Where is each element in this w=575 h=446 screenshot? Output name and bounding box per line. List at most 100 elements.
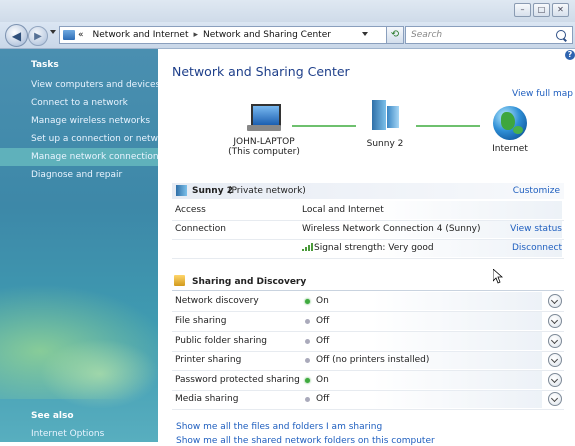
task-setup-connection[interactable]: Set up a connection or network bbox=[31, 130, 158, 148]
address-bar[interactable]: « Network and Internet ▸ Network and Sha… bbox=[59, 26, 387, 44]
status-on-icon bbox=[305, 299, 310, 304]
globe-icon bbox=[493, 106, 527, 140]
task-connect-network[interactable]: Connect to a network bbox=[31, 94, 158, 112]
sharing-label: Printer sharing bbox=[175, 355, 242, 365]
map-node-internet[interactable]: Internet bbox=[482, 106, 538, 154]
network-icon bbox=[176, 185, 187, 196]
forward-arrow-icon: ▶ bbox=[34, 30, 42, 42]
sharing-icon bbox=[174, 275, 185, 286]
row-value: Wireless Network Connection 4 (Sunny) bbox=[302, 224, 481, 234]
network-row: Access Local and Internet bbox=[172, 201, 564, 221]
help-icon[interactable]: ? bbox=[565, 50, 575, 60]
address-overflow[interactable]: « bbox=[78, 30, 84, 40]
sharing-value: Off (no printers installed) bbox=[316, 355, 430, 365]
expand-chevron-down-icon[interactable] bbox=[548, 314, 562, 328]
sharing-value: On bbox=[316, 375, 329, 385]
expand-chevron-down-icon[interactable] bbox=[548, 373, 562, 387]
expand-chevron-down-icon[interactable] bbox=[548, 392, 562, 406]
show-shared-files-link[interactable]: Show me all the files and folders I am s… bbox=[176, 422, 382, 432]
window-controls: – □ ✕ bbox=[514, 3, 569, 17]
status-off-icon bbox=[305, 319, 310, 324]
signal-strength-icon bbox=[302, 243, 313, 251]
map-node-computer[interactable]: JOHN-LAPTOP (This computer) bbox=[222, 104, 306, 157]
sharing-label: Password protected sharing bbox=[175, 375, 300, 385]
task-manage-connections[interactable]: Manage network connections bbox=[0, 148, 158, 166]
sharing-row: Public folder sharing Off bbox=[172, 332, 564, 352]
network-row: Signal strength: Very good Disconnect bbox=[172, 239, 564, 259]
breadcrumb-network-and-sharing-center[interactable]: Network and Sharing Center bbox=[203, 30, 331, 40]
sharing-value: Off bbox=[316, 336, 330, 346]
navigation-bar: ◀ ▶ « Network and Internet ▸ Network and… bbox=[0, 22, 575, 49]
task-diagnose-repair[interactable]: Diagnose and repair bbox=[31, 166, 158, 184]
sharing-row: Printer sharing Off (no printers install… bbox=[172, 351, 564, 371]
status-off-icon bbox=[305, 339, 310, 344]
row-label: Access bbox=[175, 205, 206, 215]
expand-chevron-down-icon[interactable] bbox=[548, 334, 562, 348]
recent-pages-chevron-down-icon[interactable] bbox=[50, 30, 56, 34]
view-status-link[interactable]: View status bbox=[510, 224, 562, 234]
task-pane: Tasks View computers and devices Connect… bbox=[0, 49, 158, 442]
network-name: Sunny 2 bbox=[192, 186, 233, 196]
search-box[interactable]: Search bbox=[405, 26, 573, 44]
status-off-icon bbox=[305, 358, 310, 363]
status-off-icon bbox=[305, 397, 310, 402]
expand-chevron-down-icon[interactable] bbox=[548, 294, 562, 308]
internet-options-link[interactable]: Internet Options bbox=[31, 429, 104, 439]
network-folder-icon bbox=[63, 30, 75, 40]
network-row: Connection Wireless Network Connection 4… bbox=[172, 220, 564, 240]
network-name: Sunny 2 bbox=[366, 139, 404, 149]
minimize-button[interactable]: – bbox=[514, 3, 531, 17]
status-on-icon bbox=[305, 378, 310, 383]
customize-link[interactable]: Customize bbox=[513, 186, 560, 196]
sharing-row: Network discovery On bbox=[172, 292, 564, 312]
forward-button[interactable]: ▶ bbox=[28, 26, 48, 46]
show-shared-folders-link[interactable]: Show me all the shared network folders o… bbox=[176, 436, 435, 446]
sharing-label: Public folder sharing bbox=[175, 336, 268, 346]
sharing-value: Off bbox=[316, 316, 330, 326]
close-button[interactable]: ✕ bbox=[552, 3, 569, 17]
see-also-heading: See also bbox=[31, 411, 74, 421]
internet-label: Internet bbox=[492, 144, 528, 154]
tasks-heading: Tasks bbox=[31, 60, 59, 70]
network-header: Sunny 2 (Private network) Customize bbox=[172, 183, 564, 199]
back-button[interactable]: ◀ bbox=[5, 24, 28, 47]
breadcrumb-network-and-internet[interactable]: Network and Internet bbox=[93, 30, 189, 40]
row-label: Connection bbox=[175, 224, 226, 234]
title-bar: – □ ✕ bbox=[0, 0, 575, 23]
network-type: (Private network) bbox=[228, 186, 306, 196]
task-manage-wireless[interactable]: Manage wireless networks bbox=[31, 112, 158, 130]
disconnect-link[interactable]: Disconnect bbox=[512, 243, 562, 253]
laptop-icon bbox=[247, 104, 281, 132]
sharing-row: File sharing Off bbox=[172, 312, 564, 332]
network-icon bbox=[368, 100, 402, 132]
sharing-row: Media sharing Off bbox=[172, 390, 564, 410]
row-value: Local and Internet bbox=[302, 205, 384, 215]
address-chevron-down-icon[interactable] bbox=[362, 32, 368, 36]
sharing-value: On bbox=[316, 296, 329, 306]
sharing-title: Sharing and Discovery bbox=[192, 277, 307, 287]
refresh-button[interactable]: ⟲ bbox=[386, 26, 404, 44]
mouse-cursor-icon bbox=[493, 269, 503, 284]
sharing-label: File sharing bbox=[175, 316, 227, 326]
maximize-button[interactable]: □ bbox=[533, 3, 550, 17]
refresh-icon: ⟲ bbox=[390, 29, 400, 40]
sharing-value: Off bbox=[316, 394, 330, 404]
back-arrow-icon: ◀ bbox=[11, 28, 22, 43]
page-title: Network and Sharing Center bbox=[172, 64, 350, 79]
map-link-line bbox=[292, 125, 356, 127]
computer-name: JOHN-LAPTOP bbox=[233, 137, 295, 147]
sharing-header: Sharing and Discovery bbox=[172, 273, 564, 291]
map-node-network[interactable]: Sunny 2 bbox=[355, 100, 415, 149]
sharing-label: Media sharing bbox=[175, 394, 239, 404]
sharing-row: Password protected sharing On bbox=[172, 371, 564, 391]
expand-chevron-down-icon[interactable] bbox=[548, 353, 562, 367]
view-full-map-link[interactable]: View full map bbox=[512, 89, 573, 99]
task-view-computers[interactable]: View computers and devices bbox=[31, 76, 158, 94]
search-icon[interactable] bbox=[556, 30, 566, 40]
breadcrumb-separator-icon: ▸ bbox=[193, 30, 199, 40]
computer-sub: (This computer) bbox=[228, 147, 300, 157]
decorative-swoosh-highlight bbox=[40, 339, 158, 409]
map-link-line bbox=[416, 125, 480, 127]
search-input[interactable]: Search bbox=[411, 30, 556, 40]
sharing-label: Network discovery bbox=[175, 296, 259, 306]
